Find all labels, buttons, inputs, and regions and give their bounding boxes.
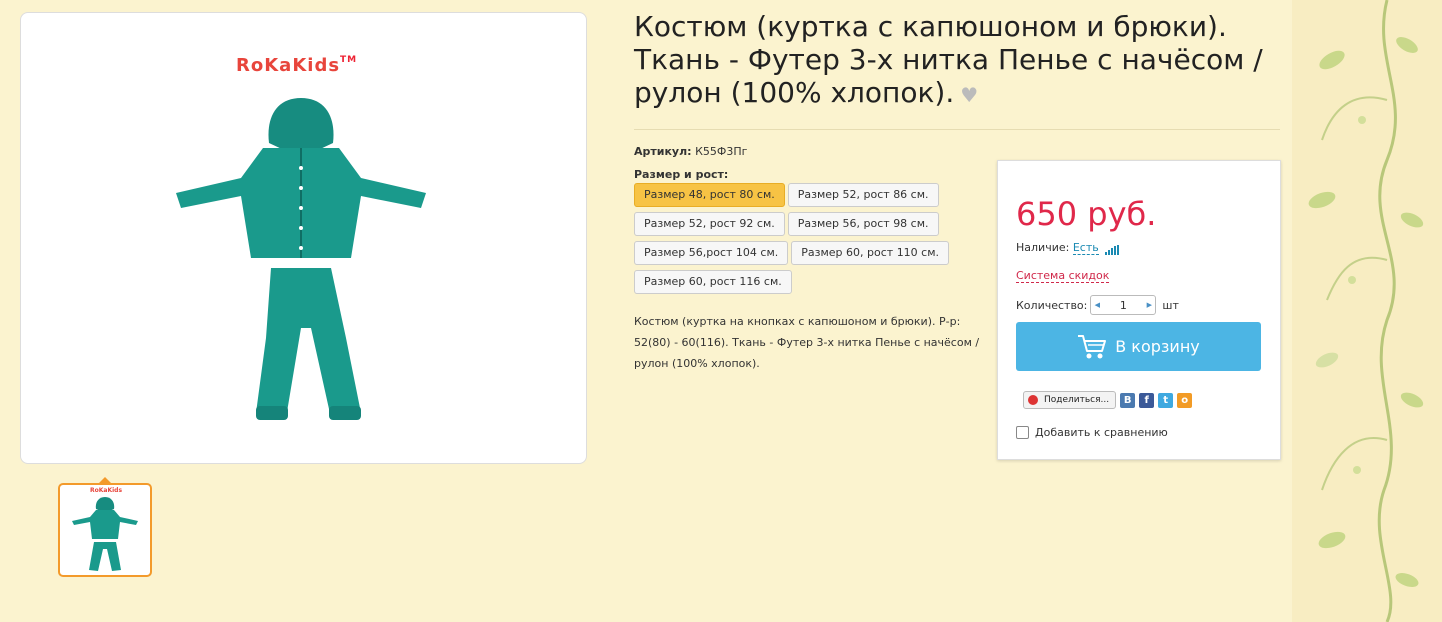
- size-option[interactable]: Размер 56,рост 104 см.: [634, 241, 789, 265]
- brand-logo: RoKaKidsTM: [236, 55, 358, 76]
- quantity-unit: шт: [1162, 298, 1179, 312]
- size-option[interactable]: Размер 56, рост 98 см.: [787, 212, 939, 236]
- compare-row[interactable]: Добавить к сравнению: [1016, 426, 1168, 439]
- product-main-image[interactable]: RoKaKidsTM: [20, 12, 587, 464]
- add-to-cart-button[interactable]: В корзину: [1016, 322, 1261, 371]
- article-value: К55Ф3Пг: [695, 145, 748, 158]
- quantity-label: Количество:: [1016, 298, 1088, 312]
- stock-level-icon: [1105, 245, 1120, 255]
- cart-icon: [1078, 334, 1107, 358]
- increase-arrow-icon[interactable]: ▶: [1143, 301, 1155, 309]
- product-title: Костюм (куртка с капюшоном и брюки). Тка…: [634, 10, 1263, 109]
- share-button-label: Поделиться...: [1044, 395, 1110, 405]
- favorite-heart-icon[interactable]: ♥: [960, 83, 978, 107]
- product-description: Костюм (куртка на кнопках с капюшоном и …: [634, 315, 980, 370]
- title-divider: [634, 129, 1280, 130]
- article-row: Артикул: К55Ф3Пг: [634, 145, 747, 158]
- availability-value[interactable]: Есть: [1072, 241, 1099, 255]
- size-label: Размер и рост:: [634, 168, 729, 181]
- share-button[interactable]: Поделиться...: [1023, 391, 1117, 409]
- size-option[interactable]: Размер 52, рост 92 см.: [634, 212, 785, 236]
- share-icon: [1028, 395, 1038, 405]
- discount-system-link[interactable]: Система скидок: [1016, 269, 1110, 283]
- size-options: Размер 48, рост 80 см. Размер 52, рост 86…: [634, 183, 974, 299]
- availability-label: Наличие:: [1016, 241, 1070, 254]
- size-option[interactable]: Размер 60, рост 116 см.: [634, 270, 792, 294]
- quantity-row: Количество: ◀ ▶ шт: [1016, 295, 1179, 315]
- article-label: Артикул:: [634, 145, 692, 158]
- compare-label: Добавить к сравнению: [1035, 426, 1168, 439]
- size-option[interactable]: Размер 48, рост 80 см.: [634, 183, 785, 207]
- tracksuit-image: [176, 98, 426, 420]
- share-row: Поделиться... B f t o: [1023, 391, 1193, 409]
- decrease-arrow-icon[interactable]: ◀: [1091, 301, 1103, 309]
- thumb-brand-logo: RoKaKids: [90, 487, 123, 494]
- size-option[interactable]: Размер 52, рост 86 см.: [787, 183, 939, 207]
- price: 650 руб.: [1016, 195, 1157, 233]
- product-thumbnail[interactable]: RoKaKids: [58, 477, 152, 577]
- availability: Наличие: Есть: [1016, 241, 1120, 255]
- vk-icon[interactable]: B: [1120, 392, 1136, 408]
- twitter-icon[interactable]: t: [1158, 392, 1174, 408]
- buy-box: 650 руб. Наличие: Есть Система скидок Ко…: [997, 160, 1281, 460]
- add-to-cart-label: В корзину: [1115, 337, 1200, 356]
- thumbnail-image: [72, 497, 138, 571]
- size-option[interactable]: Размер 60, рост 110 см.: [791, 241, 950, 265]
- quantity-input[interactable]: [1103, 298, 1144, 312]
- floral-decoration: [1292, 0, 1442, 622]
- quantity-stepper: ◀ ▶: [1090, 295, 1157, 315]
- facebook-icon[interactable]: f: [1139, 392, 1155, 408]
- odnoklassniki-icon[interactable]: o: [1177, 392, 1193, 408]
- compare-checkbox[interactable]: [1016, 426, 1029, 439]
